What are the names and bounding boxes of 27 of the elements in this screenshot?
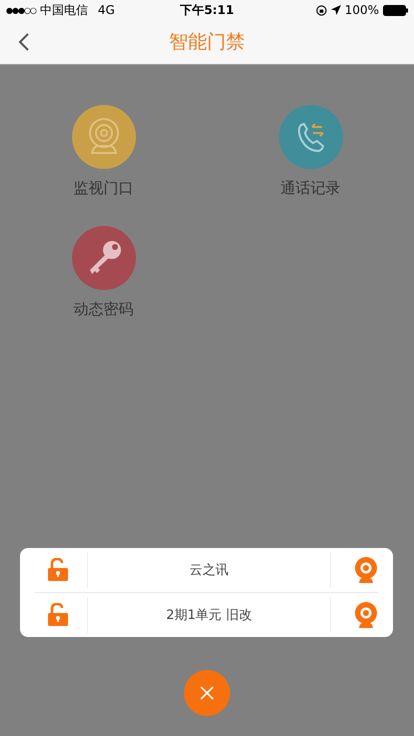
feature-label: 监视门口 xyxy=(74,179,134,198)
network-type: 4G xyxy=(98,3,115,17)
close-icon xyxy=(198,685,214,701)
feature-tile[interactable]: 通话记录 xyxy=(207,105,414,198)
webcam-icon xyxy=(354,602,378,628)
feature-label: 通话记录 xyxy=(280,179,340,198)
unlock-icon xyxy=(47,558,69,582)
webcam-icon xyxy=(354,557,378,583)
monitor-button[interactable] xyxy=(330,552,378,588)
signal-dots: ●●●○○ xyxy=(6,6,36,14)
door-name[interactable]: 云之讯 xyxy=(88,561,330,579)
feature-tile[interactable]: 监视门口 xyxy=(0,105,207,198)
rotation-lock-icon xyxy=(316,4,327,16)
location-arrow-icon xyxy=(330,5,341,15)
back-button[interactable] xyxy=(18,32,30,52)
back-icon xyxy=(18,32,30,52)
page-title: 智能门禁 xyxy=(169,30,245,55)
battery-percent: 100% xyxy=(344,3,379,17)
carrier-name: 中国电信 xyxy=(40,2,88,18)
monitor-button[interactable] xyxy=(330,597,378,633)
feature-tile[interactable]: 动态密码 xyxy=(0,226,207,319)
unlock-icon xyxy=(47,603,69,627)
battery-icon xyxy=(383,4,408,16)
status-time: 下午5:11 xyxy=(180,2,234,18)
feature-label: 动态密码 xyxy=(74,300,134,319)
door-name[interactable]: 2期1单元 旧改 xyxy=(88,606,330,624)
close-button[interactable] xyxy=(184,670,230,716)
